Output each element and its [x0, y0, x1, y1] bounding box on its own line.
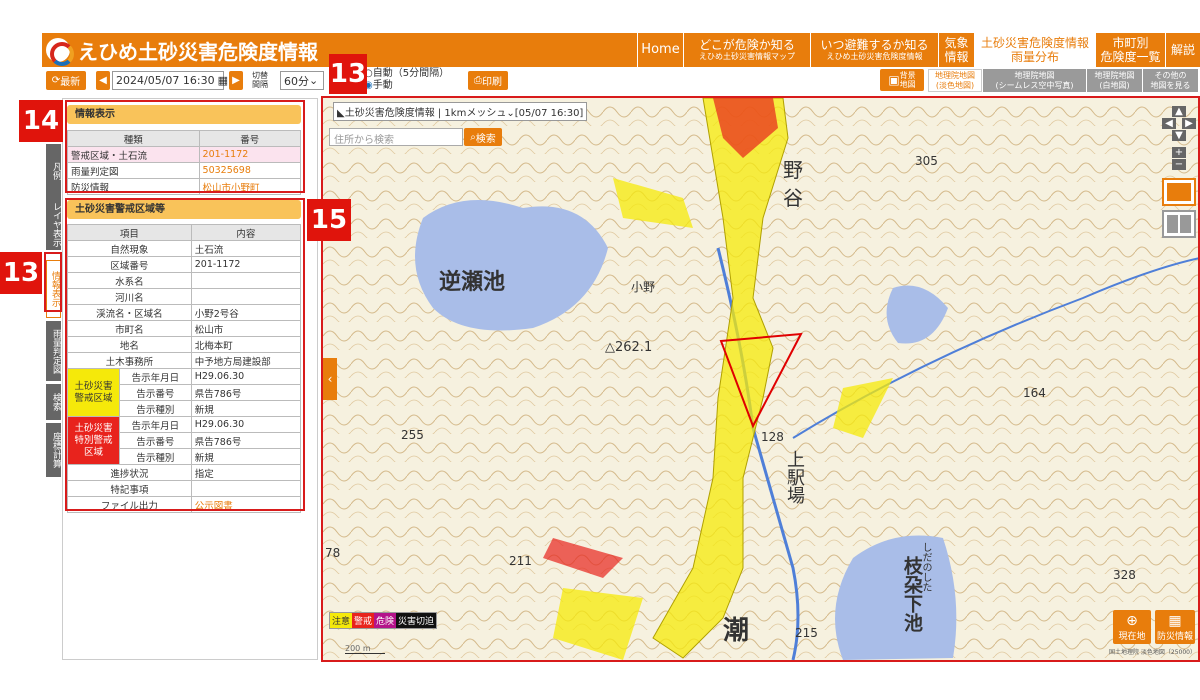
- bg-label-2: 地図: [899, 80, 916, 89]
- basemap-pale[interactable]: 地理院地図 (淡色地図): [928, 69, 982, 92]
- nav-weather-line1: 気象: [944, 36, 969, 50]
- nav-where-main: どこが危険か知る: [699, 38, 795, 52]
- bg-label-1: 背景: [899, 71, 916, 80]
- annotation-label-13-left: 13: [0, 252, 42, 294]
- datetime-value: 2024/05/07 16:30: [116, 74, 215, 87]
- tab-layer-label: レイヤ表示: [51, 201, 61, 247]
- annotation-label-15: 15: [307, 199, 351, 241]
- map-icon: ▣: [888, 72, 900, 87]
- prev-arrow-icon: ◀: [99, 75, 107, 86]
- prev-time-button[interactable]: ◀: [96, 71, 110, 90]
- mode-manual-label: 手動: [372, 80, 393, 91]
- detail-highlight-box: [65, 198, 305, 511]
- annotation-label-13-top: 13: [329, 54, 367, 94]
- refresh-label: 最新: [60, 77, 81, 88]
- nav-risk[interactable]: 土砂災害危険度情報 雨量分布: [974, 33, 1095, 67]
- basemap-photo-l1: 地理院地図: [1014, 70, 1055, 80]
- basemap-pale-l2: (淡色地図): [935, 80, 975, 90]
- tab-search-label: 検索: [51, 393, 61, 411]
- mode-manual-radio[interactable]: ◉手動: [364, 80, 449, 92]
- mode-group: ○自動（5分間隔） ◉手動: [364, 68, 449, 92]
- basemap-blank-l2: (白地図): [1099, 80, 1130, 90]
- background-map-button[interactable]: ▣ 背景 地図: [880, 69, 924, 91]
- nav-explain[interactable]: 解説: [1165, 33, 1200, 67]
- info-highlight-box: [65, 100, 305, 193]
- tab-coord[interactable]: 座標計算: [46, 423, 61, 477]
- basemap-blank-l1: 地理院地図: [1094, 70, 1135, 80]
- basemap-photo-l2: (シームレス空中写真): [995, 80, 1074, 90]
- nav-when-main: いつ避難するか知る: [820, 38, 929, 52]
- next-time-button[interactable]: ▶: [229, 71, 243, 90]
- interval-value: 60分: [284, 74, 309, 88]
- calendar-icon: ▦: [217, 74, 229, 87]
- interval-label: 切替 間隔: [252, 71, 268, 89]
- app-title: えひめ土砂災害危険度情報: [78, 40, 318, 64]
- nav-city-line1: 市町別: [1112, 36, 1149, 50]
- basemap-photo[interactable]: 地理院地図 (シームレス空中写真): [982, 69, 1086, 92]
- nav-when[interactable]: いつ避難するか知る えひめ土砂災害危険度情報: [810, 33, 938, 67]
- mode-auto-label: 自動（5分間隔）: [372, 68, 450, 79]
- tab-layer[interactable]: レイヤ表示: [46, 198, 61, 250]
- basemap-other-l2: 地図を見る: [1150, 80, 1191, 90]
- basemap-blank[interactable]: 地理院地図 (白地図): [1086, 69, 1142, 92]
- basemap-other[interactable]: その他の 地図を見る: [1142, 69, 1198, 92]
- print-label: 印刷: [482, 77, 502, 88]
- nav-city[interactable]: 市町別 危険度一覧: [1095, 33, 1165, 67]
- toolbar: ⟳ 最新 ◀ 2024/05/07 16:30 ▦ ▶ 切替 間隔 60分 ⌄ ○自動（…: [42, 68, 1200, 94]
- datetime-input[interactable]: 2024/05/07 16:30 ▦: [112, 71, 228, 90]
- app-header: えひめ土砂災害危険度情報 Home どこが危険か知る えひめ土砂災害情報マップ い…: [42, 33, 1200, 67]
- nav-home[interactable]: Home: [637, 33, 683, 67]
- tab-rain-chart-label: 雨量判定図: [51, 328, 61, 374]
- nav-when-sub: えひめ土砂災害危険度情報: [826, 52, 923, 61]
- tab-coord-label: 座標計算: [51, 432, 61, 468]
- mode-auto-radio[interactable]: ○自動（5分間隔）: [364, 68, 449, 80]
- nav-risk-line2: 雨量分布: [1010, 50, 1059, 64]
- interval-label-2: 間隔: [252, 80, 268, 89]
- nav-where-sub: えひめ土砂災害情報マップ: [699, 52, 795, 61]
- interval-label-1: 切替: [252, 71, 268, 80]
- chevron-down-icon: ⌄: [309, 74, 319, 87]
- nav-weather-line2: 情報: [944, 50, 969, 64]
- nav-city-line2: 危険度一覧: [1100, 50, 1161, 64]
- map-highlight-box: [321, 96, 1200, 662]
- app-logo-icon: [46, 38, 74, 66]
- nav-weather[interactable]: 気象 情報: [938, 33, 974, 67]
- next-arrow-icon: ▶: [232, 75, 240, 86]
- basemap-other-l1: その他の: [1154, 70, 1187, 80]
- refresh-button[interactable]: ⟳ 最新: [46, 71, 86, 90]
- basemap-pale-l1: 地理院地図: [935, 70, 975, 80]
- tab-search[interactable]: 検索: [46, 384, 61, 420]
- printer-icon: ⎙: [474, 75, 482, 86]
- tab-legend-label: 凡例: [51, 162, 61, 180]
- interval-select[interactable]: 60分 ⌄: [280, 71, 324, 90]
- annotation-label-14: 14: [19, 100, 63, 142]
- tab-rain-chart[interactable]: 雨量判定図: [46, 321, 61, 381]
- tab-highlight-box: [44, 252, 62, 312]
- nav-risk-line1: 土砂災害危険度情報: [980, 36, 1089, 50]
- print-button[interactable]: ⎙ 印刷: [468, 71, 508, 90]
- tab-legend[interactable]: 凡例: [46, 144, 61, 198]
- refresh-icon: ⟳: [51, 75, 61, 86]
- nav-where[interactable]: どこが危険か知る えひめ土砂災害情報マップ: [683, 33, 810, 67]
